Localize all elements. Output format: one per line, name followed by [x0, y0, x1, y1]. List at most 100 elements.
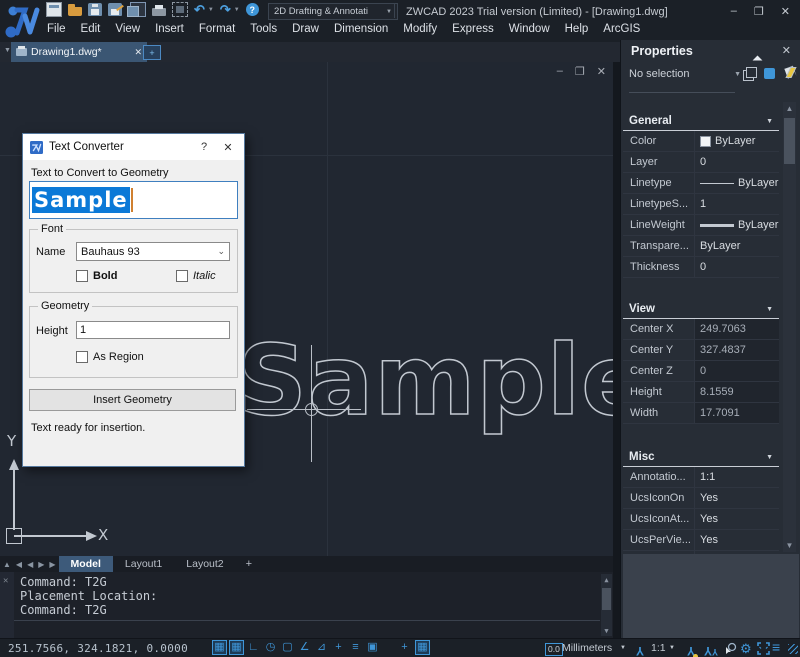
undo-dropdown-icon[interactable]: ▼ [208, 7, 214, 13]
resize-grip[interactable] [788, 644, 798, 654]
menu-edit[interactable]: Edit [79, 21, 103, 37]
selection-cycling-icon[interactable] [724, 642, 737, 655]
menu-tools[interactable]: Tools [248, 21, 279, 37]
prop-row-linetype[interactable]: Linetype ByLayer [623, 173, 779, 194]
prop-row-ucspervie[interactable]: UcsPerVie... Yes [623, 530, 779, 551]
prop-row-height[interactable]: Height 8.1559 [623, 382, 779, 403]
bold-checkbox[interactable] [76, 270, 88, 282]
properties-scrollbar[interactable]: ▲ ▼ [783, 102, 796, 552]
section-misc[interactable]: Misc ▼ [623, 448, 779, 467]
dialog-close-button[interactable]: ✕ [219, 141, 237, 154]
add-layout-button[interactable]: + [236, 558, 262, 570]
scrollbar-thumb[interactable] [784, 118, 795, 164]
undo-icon[interactable]: ↶ [194, 3, 205, 16]
mdi-minimize-button[interactable]: – [557, 65, 563, 78]
as-region-option[interactable]: As Region [76, 351, 144, 363]
save-icon[interactable] [88, 3, 102, 16]
tab-drawing1[interactable]: Drawing1.dwg* ✕ [11, 42, 147, 62]
cycle-select-icon[interactable]: ▣ [365, 640, 380, 655]
add-selected-icon[interactable]: + [397, 640, 412, 655]
plot-style-icon[interactable] [130, 2, 146, 17]
tab-close-icon[interactable]: ✕ [134, 47, 142, 58]
menu-window[interactable]: Window [507, 21, 552, 37]
menu-help[interactable]: Help [563, 21, 591, 37]
workspace-switcher[interactable]: 2D Drafting & Annotati ▼ [268, 3, 398, 20]
text-input[interactable]: Sample [29, 181, 238, 219]
mdi-close-button[interactable]: ✕ [597, 65, 606, 78]
font-name-combobox[interactable]: Bauhaus 93 ⌄ [76, 242, 230, 261]
command-close-icon[interactable]: ✕ [3, 576, 8, 586]
plot-preview-icon[interactable] [172, 2, 188, 17]
annotation-scale-value[interactable]: 1:1 [651, 642, 666, 654]
collapse-icon[interactable]: ▼ [766, 454, 773, 461]
scrollbar-thumb[interactable] [602, 588, 611, 610]
dynamic-input-icon[interactable]: + [331, 640, 346, 655]
lineweight-display-icon[interactable]: ≡ [348, 640, 363, 655]
prop-row-linetypescale[interactable]: LinetypeS... 1 [623, 194, 779, 215]
precision-badge[interactable]: 0.0 [545, 643, 563, 656]
scroll-up-icon[interactable]: ▲ [783, 102, 796, 115]
tab-layout1[interactable]: Layout1 [113, 556, 174, 572]
menu-insert[interactable]: Insert [153, 21, 186, 37]
snap-mode-icon[interactable]: ▦ [212, 640, 227, 655]
minimize-button[interactable]: – [731, 5, 737, 18]
prop-row-transparency[interactable]: Transpare... ByLayer [623, 236, 779, 257]
first-layout-icon[interactable]: ◀ [16, 560, 22, 569]
scroll-down-icon[interactable]: ▼ [783, 539, 796, 552]
annotation-autoscale-icon[interactable]: YY [704, 641, 718, 657]
dialog-help-button[interactable]: ? [195, 141, 213, 153]
toggle-pickadd-button[interactable] [783, 65, 800, 83]
collapse-icon[interactable]: ▼ [766, 118, 773, 125]
table-cell-icon[interactable]: ▦ [415, 640, 430, 655]
close-button[interactable]: ✕ [781, 5, 790, 18]
properties-close-icon[interactable]: ✕ [782, 44, 791, 57]
prop-row-color[interactable]: Color ByLayer [623, 131, 779, 152]
new-drawing-icon[interactable] [46, 2, 62, 17]
selection-combobox[interactable]: No selection ▼ [629, 68, 741, 80]
new-tab-button[interactable]: + [143, 45, 161, 60]
tab-layout2[interactable]: Layout2 [174, 556, 235, 572]
select-objects-button[interactable] [762, 65, 780, 83]
prop-row-thickness[interactable]: Thickness 0 [623, 257, 779, 278]
last-layout-icon[interactable]: ▶ [49, 560, 55, 569]
menu-arcgis[interactable]: ArcGIS [601, 21, 642, 37]
section-general[interactable]: General ▼ [623, 112, 779, 131]
menu-format[interactable]: Format [197, 21, 237, 37]
dialog-title-bar[interactable]: Text Converter ? ✕ [23, 134, 244, 160]
next-layout-icon[interactable]: ▶ [38, 560, 44, 569]
redo-icon[interactable]: ↷ [220, 3, 231, 16]
menu-express[interactable]: Express [450, 21, 496, 37]
menu-dimension[interactable]: Dimension [332, 21, 390, 37]
command-window[interactable]: ✕ Command: T2G Placement Location: Comma… [0, 572, 613, 638]
redo-dropdown-icon[interactable]: ▼ [234, 7, 240, 13]
menu-modify[interactable]: Modify [401, 21, 439, 37]
italic-checkbox[interactable] [176, 270, 188, 282]
settings-gear-icon[interactable]: ⚙ [740, 641, 752, 656]
quick-select-button[interactable] [741, 65, 759, 83]
prop-row-annotation[interactable]: Annotatio... 1:1 [623, 467, 779, 488]
prev-layout-icon[interactable]: ◀ [27, 560, 33, 569]
dynamic-ucs-icon[interactable]: ⊿ [314, 640, 329, 655]
as-region-checkbox[interactable] [76, 351, 88, 363]
command-expand-icon[interactable]: ▲ [3, 560, 11, 569]
grid-display-icon[interactable]: ▦ [229, 640, 244, 655]
bold-option[interactable]: Bold [76, 270, 117, 282]
object-snap-icon[interactable]: ▢ [280, 640, 295, 655]
object-snap-tracking-icon[interactable]: ∠ [297, 640, 312, 655]
print-icon[interactable] [152, 8, 166, 16]
prop-row-centerz[interactable]: Center Z 0 [623, 361, 779, 382]
scroll-down-icon[interactable]: ▼ [601, 625, 612, 636]
units-label[interactable]: Millimeters [562, 642, 612, 654]
menu-view[interactable]: View [113, 21, 142, 37]
scroll-up-icon[interactable]: ▲ [601, 574, 612, 585]
prop-row-width[interactable]: Width 17.7091 [623, 403, 779, 424]
prop-row-ucsiconon[interactable]: UcsIconOn Yes [623, 488, 779, 509]
prop-row-centerx[interactable]: Center X 249.7063 [623, 319, 779, 340]
maximize-button[interactable]: ❐ [754, 5, 764, 18]
scale-dropdown-icon[interactable]: ▼ [669, 645, 675, 651]
prop-row-lineweight[interactable]: LineWeight ByLayer [623, 215, 779, 236]
polar-tracking-icon[interactable]: ◷ [263, 640, 278, 655]
tab-list-dropdown-icon[interactable]: ▼ [4, 47, 11, 54]
open-folder-icon[interactable] [68, 7, 82, 16]
annotation-scale-icon[interactable]: Y [636, 641, 644, 657]
